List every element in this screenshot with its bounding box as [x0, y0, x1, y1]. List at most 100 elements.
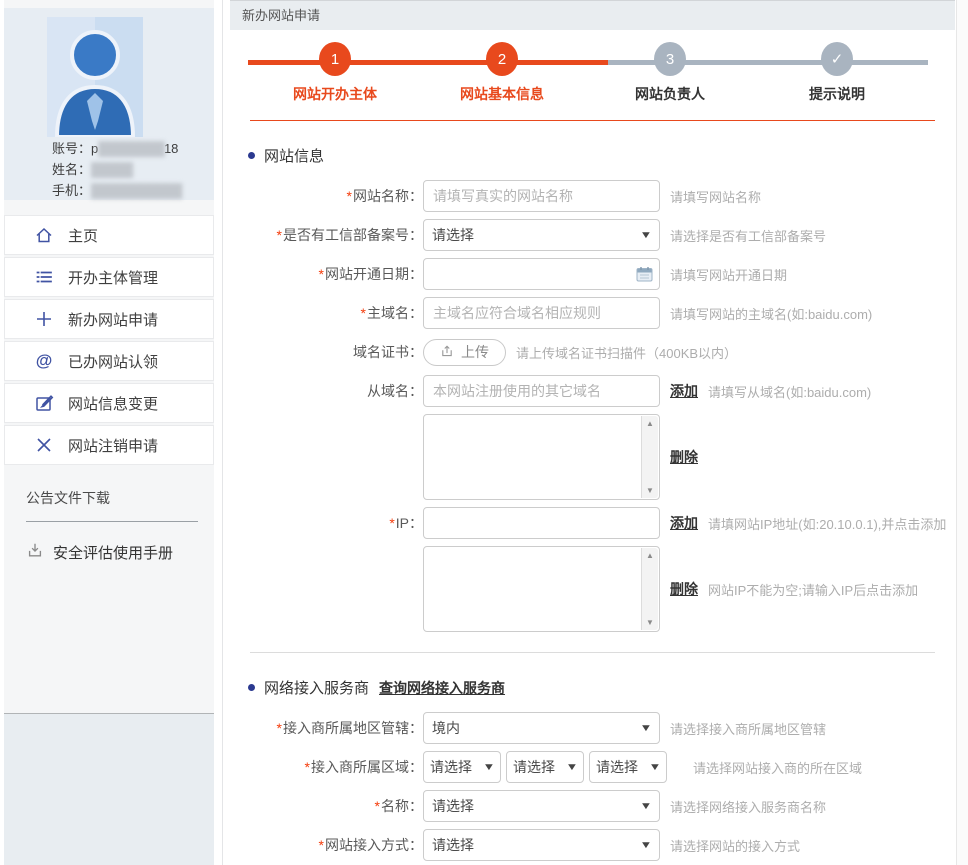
- ip-add-link[interactable]: 添加: [670, 513, 698, 533]
- listbox-scrollbar[interactable]: ▲ ▼: [641, 548, 658, 630]
- region-district-select[interactable]: 请选择 ▼: [589, 751, 667, 783]
- required-mark: *: [346, 188, 352, 204]
- region-label: 接入商所属区域：: [311, 759, 423, 775]
- ip-listbox[interactable]: ▲ ▼: [423, 546, 660, 632]
- required-mark: *: [304, 759, 310, 775]
- security-manual-link[interactable]: 安全评估使用手册: [26, 541, 198, 563]
- calendar-icon[interactable]: [636, 266, 653, 287]
- sidebar-item-site-change[interactable]: 网站信息变更: [4, 383, 214, 423]
- required-mark: *: [360, 305, 366, 321]
- row-domain-cert: 域名证书： 上传 请上传域名证书扫描件（400KB以内）: [230, 336, 955, 368]
- section-title-site-info: 网站信息: [248, 145, 955, 166]
- sidebar: 账号：p████████18 姓名：█████ 手机：███████████ 主…: [0, 0, 223, 865]
- upload-button[interactable]: 上传: [423, 338, 506, 366]
- region-type-hint: 请选择接入商所属地区管辖: [670, 721, 827, 737]
- open-date-input[interactable]: [423, 258, 660, 290]
- home-icon: [32, 225, 56, 245]
- chevron-down-icon: ▼: [639, 722, 653, 734]
- list-icon: [32, 267, 56, 287]
- region-type-label: 接入商所属地区管辖：: [283, 720, 423, 736]
- region-hint: 请选择网站接入商的所在区域: [693, 760, 863, 776]
- plus-icon: [32, 309, 56, 329]
- step-2-label: 网站基本信息: [460, 86, 544, 102]
- step-4-label: 提示说明: [809, 86, 865, 102]
- sidebar-item-subject-mgmt[interactable]: 开办主体管理: [4, 257, 214, 297]
- isp-name-select[interactable]: 请选择 ▼: [423, 790, 660, 822]
- region-province-select[interactable]: 请选择 ▼: [423, 751, 501, 783]
- region-city-select[interactable]: 请选择 ▼: [506, 751, 584, 783]
- page-scrollbar[interactable]: [956, 0, 968, 865]
- phone-redacted: ███████████: [91, 183, 182, 198]
- sidebar-item-site-cancel[interactable]: 网站注销申请: [4, 425, 214, 465]
- ip-delete-link[interactable]: 删除: [670, 579, 698, 599]
- required-mark: *: [276, 227, 282, 243]
- query-isp-link[interactable]: 查询网络接入服务商: [379, 678, 505, 698]
- scroll-up-icon[interactable]: ▲: [646, 548, 654, 563]
- ip-input[interactable]: [423, 507, 660, 539]
- row-icp: *是否有工信部备案号： 请选择 ▼ 请选择是否有工信部备案号: [230, 219, 955, 251]
- site-name-input[interactable]: [423, 180, 660, 212]
- sidebar-item-label: 已办网站认领: [68, 353, 159, 371]
- scroll-down-icon[interactable]: ▼: [646, 483, 654, 498]
- phone-line: 手机：███████████: [52, 183, 182, 198]
- listbox-scrollbar[interactable]: ▲ ▼: [641, 416, 658, 498]
- at-icon: @: [32, 351, 56, 371]
- sidebar-item-label: 主页: [68, 227, 99, 245]
- access-type-select[interactable]: 请选择 ▼: [423, 829, 660, 861]
- section-divider: [250, 652, 935, 653]
- sidebar-item-new-site[interactable]: 新办网站申请: [4, 299, 214, 339]
- sidebar-item-label: 网站信息变更: [68, 395, 159, 413]
- open-date-hint: 请填写网站开通日期: [670, 267, 788, 283]
- icp-label: 是否有工信部备案号：: [283, 227, 423, 243]
- sub-domain-delete-link[interactable]: 删除: [670, 447, 698, 467]
- step-2: 2 网站基本信息: [432, 38, 572, 104]
- bullet-icon: [248, 152, 255, 159]
- profile-card: 账号：p████████18 姓名：█████ 手机：███████████: [4, 8, 214, 200]
- account-line: 账号：p████████18: [52, 141, 179, 156]
- account-redacted: ████████: [98, 141, 165, 156]
- domain-cert-label: 域名证书：: [353, 344, 423, 360]
- edit-icon: [32, 393, 56, 413]
- chevron-down-icon: ▼: [565, 761, 579, 773]
- ip-label: IP：: [395, 515, 423, 531]
- access-type-label: 网站接入方式：: [325, 837, 423, 853]
- manual-label: 安全评估使用手册: [53, 544, 174, 562]
- access-type-hint: 请选择网站的接入方式: [670, 838, 801, 854]
- row-sub-domain-list: ▲ ▼ 删除: [230, 414, 955, 500]
- step-1-label: 网站开办主体: [293, 86, 377, 102]
- steps-divider: [250, 120, 935, 121]
- chevron-down-icon: ▼: [482, 761, 496, 773]
- row-site-name: *网站名称： 请填写网站名称: [230, 180, 955, 212]
- icp-select[interactable]: 请选择 ▼: [423, 219, 660, 251]
- required-mark: *: [276, 720, 282, 736]
- main-domain-hint: 请填写网站的主域名(如:baidu.com): [670, 306, 873, 322]
- sub-domain-add-link[interactable]: 添加: [670, 381, 698, 401]
- region-type-select[interactable]: 境内 ▼: [423, 712, 660, 744]
- icp-hint: 请选择是否有工信部备案号: [670, 228, 827, 244]
- required-mark: *: [389, 515, 395, 531]
- sidebar-menu: 主页 开办主体管理 新办网站申请 @ 已办网站认领 网站信息变更 网站注销申请: [4, 215, 214, 467]
- download-section-title: 公告文件下载: [26, 488, 198, 522]
- scroll-up-icon[interactable]: ▲: [646, 416, 654, 431]
- sidebar-item-home[interactable]: 主页: [4, 215, 214, 255]
- close-icon: [32, 436, 56, 454]
- step-3: 3 网站负责人: [600, 38, 740, 104]
- row-isp-name: *名称： 请选择 ▼ 请选择网络接入服务商名称: [230, 790, 955, 822]
- sub-domain-input[interactable]: [423, 375, 660, 407]
- scroll-down-icon[interactable]: ▼: [646, 615, 654, 630]
- row-region-type: *接入商所属地区管辖： 境内 ▼ 请选择接入商所属地区管辖: [230, 712, 955, 744]
- chevron-down-icon: ▼: [639, 839, 653, 851]
- site-name-label: 网站名称：: [353, 188, 423, 204]
- main-domain-input[interactable]: [423, 297, 660, 329]
- sub-domain-listbox[interactable]: ▲ ▼: [423, 414, 660, 500]
- download-icon: [26, 541, 44, 563]
- step-3-label: 网站负责人: [635, 86, 705, 102]
- sidebar-footer: [4, 713, 214, 865]
- ip-hint: 请填网站IP地址(如:20.10.0.1),并点击添加: [708, 516, 947, 532]
- section-title-isp: 网络接入服务商 查询网络接入服务商: [248, 677, 955, 698]
- row-region: *接入商所属区域： 请选择 ▼ 请选择 ▼ 请选择 ▼ 请选择网站接入商的所在区…: [230, 751, 955, 783]
- sidebar-item-claim-site[interactable]: @ 已办网站认领: [4, 341, 214, 381]
- name-line: 姓名：█████: [52, 162, 133, 177]
- row-ip: *IP： 添加 请填网站IP地址(如:20.10.0.1),并点击添加: [230, 507, 955, 539]
- site-name-hint: 请填写网站名称: [670, 189, 762, 205]
